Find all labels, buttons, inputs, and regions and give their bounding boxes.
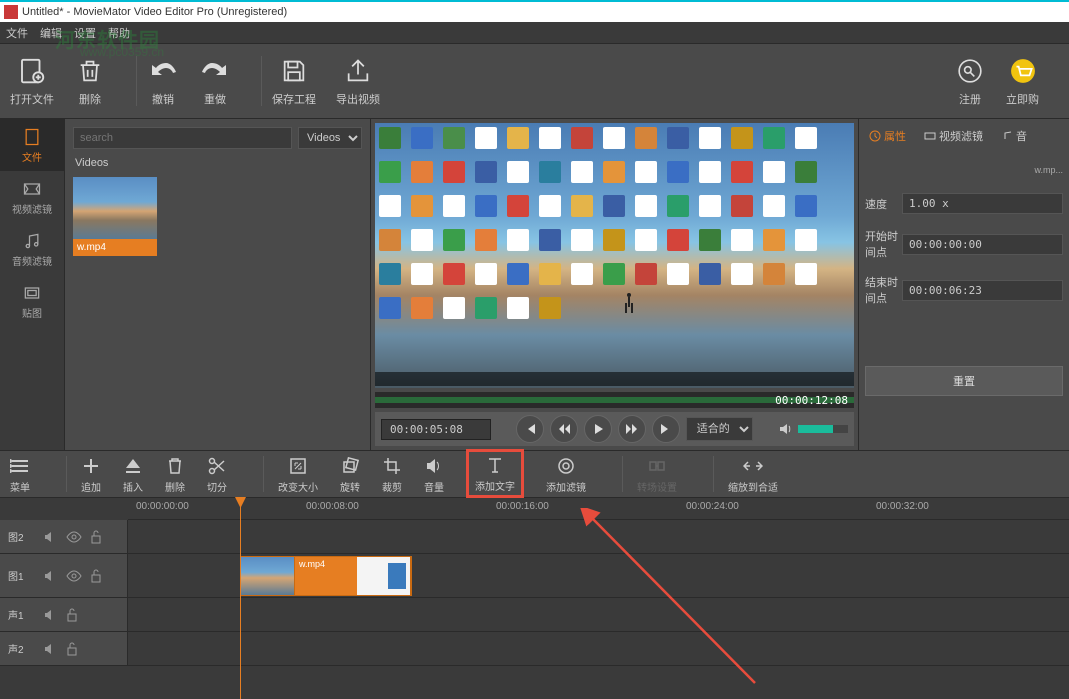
app-icon (4, 5, 18, 19)
preview-taskbar (375, 372, 854, 386)
properties-panel: 属性 视频滤镜 音 w.mp... 速度 开始时间点 结束时间点 重置 (859, 119, 1069, 450)
play-button[interactable] (584, 415, 612, 443)
start-label: 开始时间点 (865, 228, 902, 260)
track-a1[interactable]: 声1 (0, 598, 1069, 632)
tl-split-button[interactable]: 切分 (207, 455, 227, 494)
tl-delete-button[interactable]: 删除 (165, 455, 185, 494)
timeline-clip[interactable]: w.mp4 (240, 556, 412, 596)
mute-icon[interactable] (44, 608, 58, 622)
preview-progress-bar[interactable]: 00:00:12:08 (375, 392, 854, 408)
tl-add-text-button[interactable]: 添加文字 (466, 449, 524, 498)
track-head-v1: 图1 (0, 554, 128, 597)
window-title: Untitled* - MovieMator Video Editor Pro … (22, 6, 287, 18)
media-search-input[interactable] (73, 127, 292, 149)
tl-rotate-button[interactable]: 旋转 (340, 455, 360, 494)
tl-add-filter-button[interactable]: 添加滤镜 (546, 455, 586, 494)
menu-help[interactable]: 帮助 (108, 25, 130, 41)
lock-icon[interactable] (66, 642, 78, 656)
zoom-select[interactable]: 适合的 (686, 417, 753, 441)
props-tab-audio-filter[interactable]: 音 (997, 125, 1031, 147)
playhead[interactable] (240, 498, 241, 699)
tl-menu-button[interactable]: 菜单 (10, 455, 30, 494)
forward-button[interactable] (618, 415, 646, 443)
menubar: 文件 编辑 设置 帮助 (0, 22, 1069, 44)
clip-name: w.mp4 (297, 558, 327, 570)
media-clip-item[interactable]: w.mp4 (73, 177, 157, 256)
rewind-button[interactable] (550, 415, 578, 443)
save-project-button[interactable]: 保存工程 (272, 55, 316, 107)
redo-button[interactable]: 重做 (199, 55, 231, 107)
mute-icon[interactable] (44, 642, 58, 656)
delete-button[interactable]: 删除 (74, 55, 106, 107)
clip-thumb-start (241, 557, 295, 595)
preview-viewport[interactable] (375, 123, 854, 388)
register-button[interactable]: 注册 (954, 55, 986, 107)
open-file-button[interactable]: 打开文件 (10, 55, 54, 107)
start-input[interactable] (902, 234, 1063, 255)
end-label: 结束时间点 (865, 274, 902, 306)
preview-controls: 适合的 (375, 412, 854, 446)
menu-settings[interactable]: 设置 (74, 25, 96, 41)
tab-sticker[interactable]: 贴图 (0, 275, 64, 327)
tab-file[interactable]: 文件 (0, 119, 64, 171)
menu-edit[interactable]: 编辑 (40, 25, 62, 41)
tl-resize-button[interactable]: 改变大小 (278, 455, 318, 494)
tab-video-filter[interactable]: 视频滤镜 (0, 171, 64, 223)
clip-thumbnail (73, 177, 157, 239)
track-v2[interactable]: 图2 (0, 520, 1069, 554)
timeline-ruler[interactable]: 00:00:00:00 00:00:08:00 00:00:16:00 00:0… (128, 498, 1069, 520)
clip-filename: w.mp4 (73, 239, 157, 256)
eye-icon[interactable] (66, 570, 82, 582)
export-video-button[interactable]: 导出视频 (336, 55, 380, 107)
mute-icon[interactable] (44, 530, 58, 544)
track-head-v2: 图2 (0, 520, 128, 553)
media-section-label: Videos (75, 157, 362, 169)
tl-insert-button[interactable]: 插入 (123, 455, 143, 494)
left-tab-strip: 文件 视频滤镜 音频滤镜 贴图 (0, 119, 65, 450)
tl-append-button[interactable]: 追加 (81, 455, 101, 494)
skip-end-button[interactable] (652, 415, 680, 443)
tl-crop-button[interactable]: 裁剪 (382, 455, 402, 494)
eye-icon[interactable] (66, 531, 82, 543)
skip-start-button[interactable] (516, 415, 544, 443)
clip-thumb-end (357, 557, 411, 595)
lock-icon[interactable] (90, 530, 102, 544)
track-a2[interactable]: 声2 (0, 632, 1069, 666)
speed-input[interactable] (902, 193, 1063, 214)
speed-label: 速度 (865, 196, 902, 212)
track-v1[interactable]: 图1 w.mp4 (0, 554, 1069, 598)
tl-zoom-fit-button[interactable]: 缩放到合适 (728, 455, 778, 494)
position-input[interactable] (381, 419, 491, 440)
timeline-toolbar: 菜单 追加 插入 删除 切分 改变大小 旋转 裁剪 音量 添加文字 添加滤镜 (0, 450, 1069, 498)
track-head-a1: 声1 (0, 598, 128, 631)
volume-slider[interactable] (798, 425, 848, 433)
props-tab-video-filter[interactable]: 视频滤镜 (920, 125, 987, 147)
lock-icon[interactable] (66, 608, 78, 622)
menu-file[interactable]: 文件 (6, 25, 28, 41)
lock-icon[interactable] (90, 569, 102, 583)
tl-transition-button[interactable]: 转场设置 (637, 455, 677, 494)
media-type-select[interactable]: Videos (298, 127, 362, 149)
props-tab-properties[interactable]: 属性 (865, 125, 910, 147)
media-panel: Videos Videos w.mp4 (65, 119, 370, 450)
buy-button[interactable]: 立即购 (1006, 55, 1039, 107)
timeline: 00:00:00:00 00:00:08:00 00:00:16:00 00:0… (0, 498, 1069, 699)
tab-audio-filter[interactable]: 音频滤镜 (0, 223, 64, 275)
mute-icon[interactable] (44, 569, 58, 583)
preview-timecode: 00:00:12:08 (775, 394, 854, 407)
separator (261, 56, 262, 106)
preview-panel: 00:00:12:08 适合的 (370, 119, 859, 450)
props-clip-name: w.mp... (865, 165, 1063, 175)
undo-button[interactable]: 撤销 (147, 55, 179, 107)
runner-figure (624, 293, 634, 309)
preview-content (379, 127, 823, 327)
tl-volume-button[interactable]: 音量 (424, 455, 444, 494)
track-head-a2: 声2 (0, 632, 128, 665)
end-input[interactable] (902, 280, 1063, 301)
separator (136, 56, 137, 106)
window-titlebar: Untitled* - MovieMator Video Editor Pro … (0, 0, 1069, 22)
reset-button[interactable]: 重置 (865, 366, 1063, 396)
volume-icon[interactable] (778, 421, 794, 437)
watermark-url: www.pc0359.cn (80, 45, 164, 59)
